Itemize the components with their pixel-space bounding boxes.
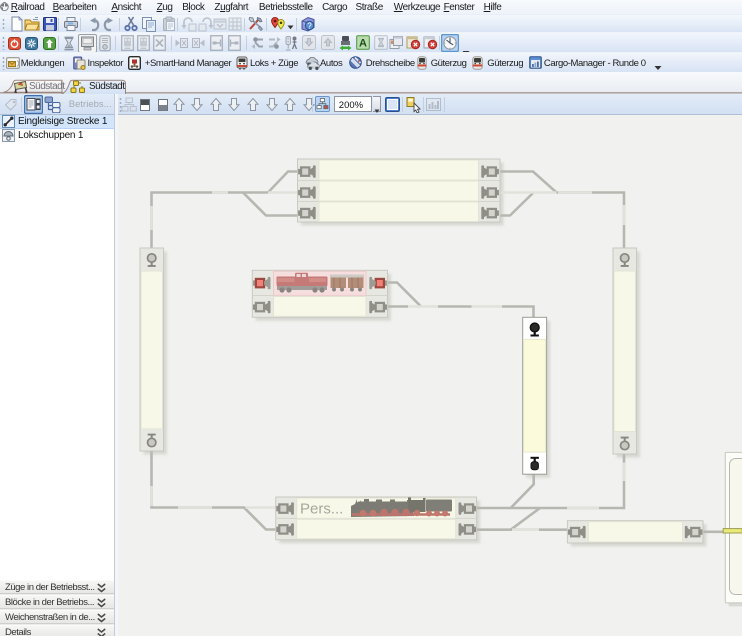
svg-text:?: ? [307,22,312,31]
svg-text:Pers...: Pers... [300,501,343,518]
svg-text:A: A [359,38,367,50]
